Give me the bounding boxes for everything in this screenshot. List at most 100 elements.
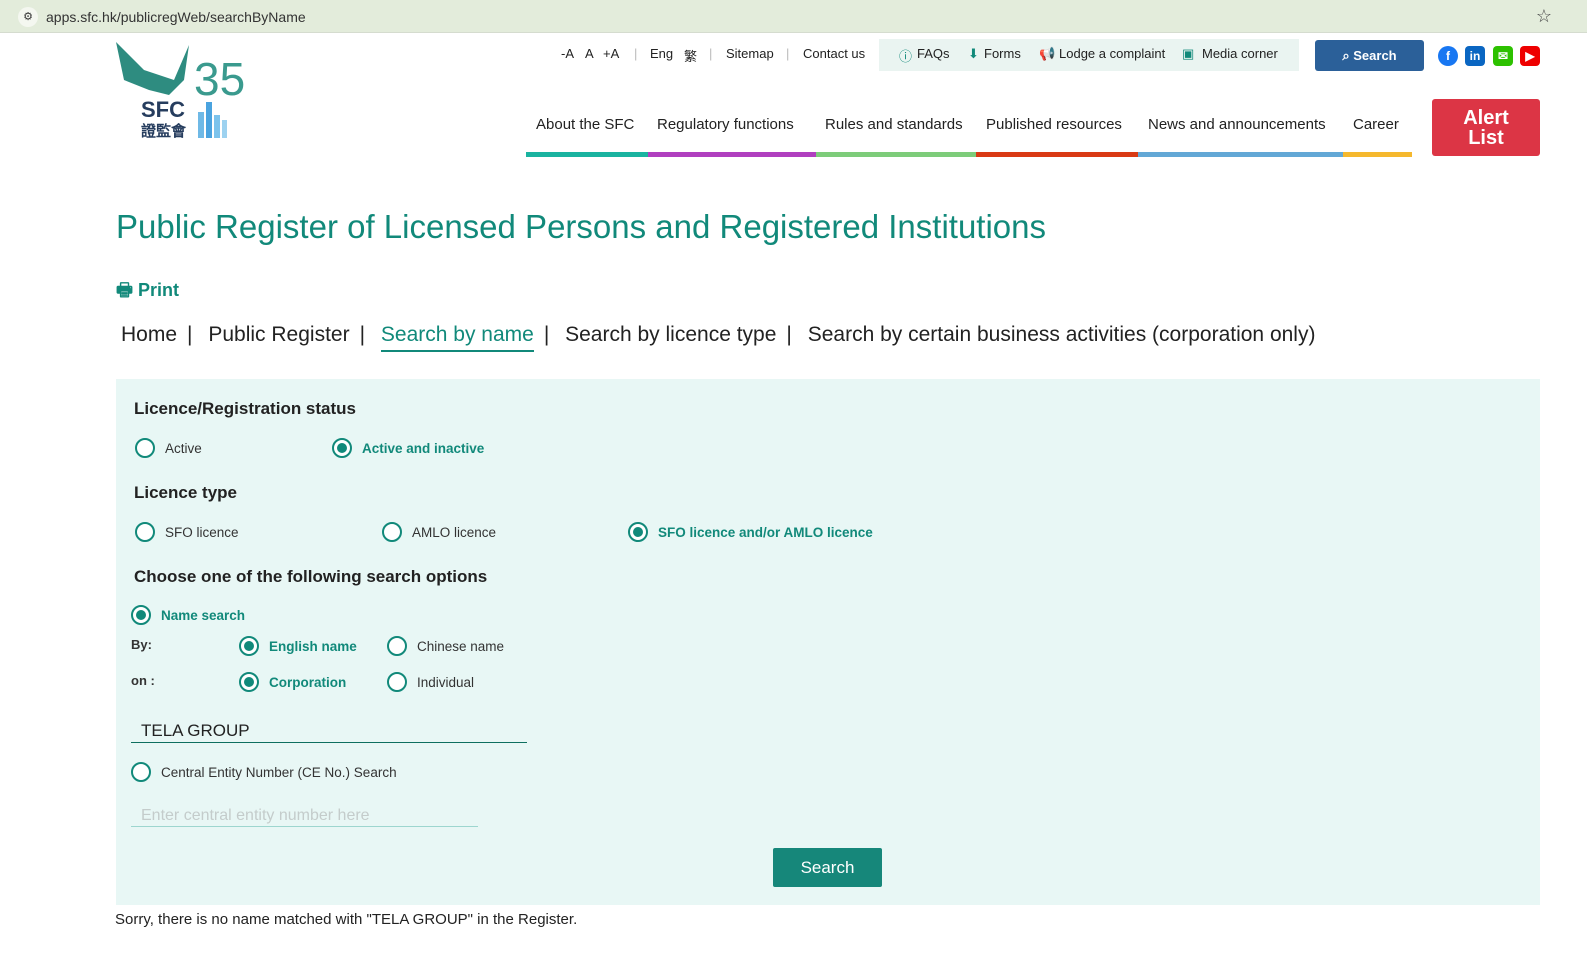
search-options-heading: Choose one of the following search optio…	[134, 567, 488, 586]
download-icon: ⬇	[968, 46, 979, 61]
megaphone-icon: 📢	[1039, 46, 1056, 61]
radio-label: Corporation	[269, 674, 347, 690]
nav-underline	[816, 152, 976, 157]
radio-circle[interactable]	[239, 636, 259, 656]
font-increase-link[interactable]: +A	[603, 46, 619, 61]
complaint-link[interactable]: Lodge a complaint	[1059, 46, 1165, 61]
radio-label: Name search	[161, 607, 246, 623]
radio-circle[interactable]	[131, 605, 151, 625]
alert-list-label: Alert List	[1463, 107, 1509, 149]
media-corner-link[interactable]: Media corner	[1202, 46, 1278, 61]
nav-regulatory[interactable]: Regulatory functions	[657, 116, 794, 133]
faqs-link[interactable]: FAQs	[917, 46, 950, 61]
search-icon: ⌕	[1342, 48, 1354, 63]
radio-sfo-amlo[interactable]: SFO licence and/or AMLO licence	[628, 522, 873, 542]
bookmark-star-icon[interactable]: ☆	[1536, 6, 1552, 27]
forms-link[interactable]: Forms	[984, 46, 1021, 61]
nav-rules[interactable]: Rules and standards	[825, 116, 963, 133]
radio-chinese-name[interactable]: Chinese name	[387, 636, 504, 656]
radio-circle[interactable]	[332, 438, 352, 458]
site-settings-icon[interactable]: ⚙	[18, 7, 38, 27]
radio-active-inactive[interactable]: Active and inactive	[332, 438, 484, 458]
url-text[interactable]: apps.sfc.hk/publicregWeb/searchByName	[46, 9, 306, 25]
radio-label: SFO licence and/or AMLO licence	[658, 524, 873, 540]
tab-search-by-name[interactable]: Search by name	[380, 323, 534, 352]
radio-active[interactable]: Active	[135, 438, 202, 458]
submit-search-button[interactable]: Search	[773, 848, 882, 887]
alert-list-button[interactable]: Alert List	[1432, 99, 1540, 156]
nav-underline	[1343, 152, 1412, 157]
printer-icon: 🖶	[116, 280, 133, 300]
radio-sfo[interactable]: SFO licence	[135, 522, 239, 542]
site-search-button[interactable]: ⌕ Search	[1315, 40, 1424, 71]
radio-circle[interactable]	[387, 636, 407, 656]
svg-text:證監會: 證監會	[141, 122, 187, 140]
radio-ce-search[interactable]: Central Entity Number (CE No.) Search	[131, 762, 397, 782]
radio-label: Individual	[417, 674, 475, 690]
ce-number-input[interactable]	[131, 805, 478, 827]
nav-about[interactable]: About the SFC	[536, 116, 634, 133]
svg-text:35: 35	[194, 53, 245, 105]
breadcrumb: Home | Public Register | Search by name | S…	[121, 323, 1316, 352]
by-label: By:	[131, 637, 152, 652]
nav-published[interactable]: Published resources	[986, 116, 1122, 133]
tab-search-by-licence-type[interactable]: Search by licence type	[565, 323, 776, 346]
question-icon: ⓘ	[899, 49, 913, 64]
nav-underline	[648, 152, 816, 157]
radio-english-name[interactable]: English name	[239, 636, 357, 656]
nav-news[interactable]: News and announcements	[1148, 116, 1326, 133]
sitemap-link[interactable]: Sitemap	[726, 46, 774, 61]
radio-circle[interactable]	[131, 762, 151, 782]
search-button-label: Search	[1353, 48, 1397, 63]
nav-underline	[526, 152, 648, 157]
nav-underline	[976, 152, 1138, 157]
print-button[interactable]: 🖶 Print	[116, 278, 179, 308]
divider: |	[634, 46, 638, 61]
radio-label: English name	[269, 638, 357, 654]
lang-en-link[interactable]: Eng	[650, 46, 673, 61]
no-result-message: Sorry, there is no name matched with "TE…	[115, 911, 578, 928]
linkedin-icon[interactable]: in	[1465, 46, 1485, 66]
tab-search-by-activities[interactable]: Search by certain business activities (c…	[808, 323, 1316, 346]
radio-label: SFO licence	[165, 524, 239, 540]
browser-address-bar[interactable]: ⚙ apps.sfc.hk/publicregWeb/searchByName …	[0, 0, 1587, 33]
radio-circle[interactable]	[628, 522, 648, 542]
radio-individual[interactable]: Individual	[387, 672, 474, 692]
youtube-icon[interactable]: ▶	[1520, 46, 1540, 66]
crumb-public-register[interactable]: Public Register	[208, 323, 349, 346]
sfc-logo[interactable]: 35 SFC 證監會	[114, 40, 254, 140]
nav-underline	[1138, 152, 1343, 157]
radio-circle[interactable]	[135, 522, 155, 542]
radio-corporation[interactable]: Corporation	[239, 672, 346, 692]
radio-label: Chinese name	[417, 638, 505, 654]
radio-label: Active and inactive	[362, 440, 485, 456]
licence-type-heading: Licence type	[134, 483, 237, 502]
radio-name-search[interactable]: Name search	[131, 605, 245, 625]
font-normal-link[interactable]: A	[585, 46, 594, 61]
radio-label: Central Entity Number (CE No.) Search	[161, 764, 397, 780]
nav-career[interactable]: Career	[1353, 116, 1399, 133]
print-label: Print	[138, 280, 180, 300]
radio-amlo[interactable]: AMLO licence	[382, 522, 496, 542]
wechat-icon[interactable]: ✉	[1493, 46, 1513, 66]
name-input[interactable]	[131, 720, 527, 743]
on-label: on :	[131, 673, 155, 688]
radio-circle[interactable]	[387, 672, 407, 692]
radio-circle[interactable]	[382, 522, 402, 542]
divider: |	[709, 46, 713, 61]
radio-label: Active	[165, 440, 202, 456]
page-title: Public Register of Licensed Persons and …	[116, 208, 1047, 245]
lang-zh-link[interactable]: 繁	[684, 46, 697, 65]
toolbox: ⓘ FAQs ⬇ Forms 📢 Lodge a complaint ▣ Med…	[879, 39, 1299, 71]
radio-circle[interactable]	[135, 438, 155, 458]
eagle-icon: 35 SFC 證監會	[116, 42, 245, 140]
crumb-home[interactable]: Home	[121, 323, 177, 346]
radio-circle[interactable]	[239, 672, 259, 692]
image-icon: ▣	[1182, 46, 1195, 61]
font-decrease-link[interactable]: -A	[561, 46, 574, 61]
contact-link[interactable]: Contact us	[803, 46, 865, 61]
radio-label: AMLO licence	[412, 524, 497, 540]
divider: |	[786, 46, 790, 61]
status-heading: Licence/Registration status	[134, 399, 357, 418]
facebook-icon[interactable]: f	[1438, 46, 1458, 66]
